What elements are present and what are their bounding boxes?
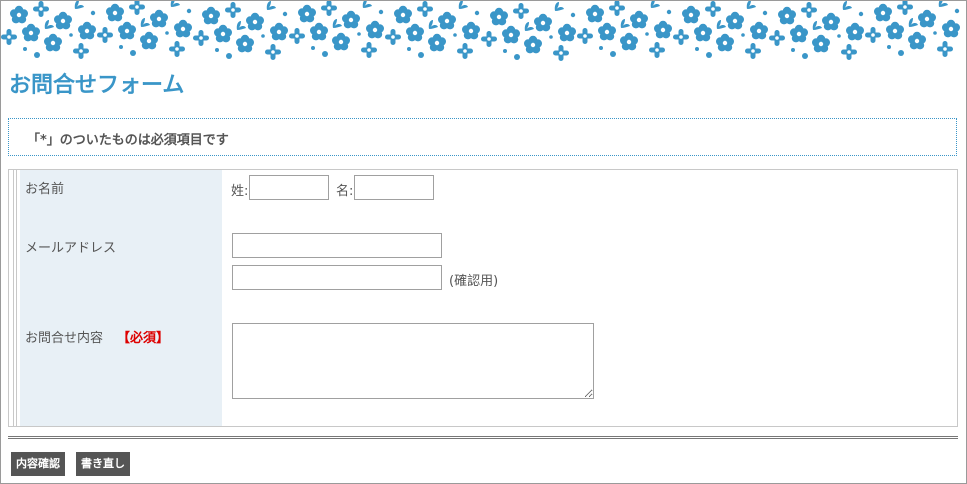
flower-banner	[1, 1, 966, 63]
email-confirm-input[interactable]	[232, 265, 442, 290]
table-left-stripe	[13, 170, 17, 426]
first-name-label: 名:	[336, 184, 354, 199]
inquiry-label-text: お問合せ内容	[25, 331, 104, 346]
inquiry-label: お問合せ内容 【必須】	[25, 327, 169, 346]
name-label: お名前	[25, 182, 65, 197]
required-notice: 「*」のついたものは必須項目です	[8, 118, 957, 156]
page-frame: お問合せフォーム 「*」のついたものは必須項目です お名前 姓: 名: メールア…	[0, 0, 967, 484]
page-title: お問合せフォーム	[9, 73, 185, 98]
last-name-input[interactable]	[249, 175, 329, 200]
email-input[interactable]	[232, 233, 442, 258]
last-name-label: 姓:	[231, 184, 249, 199]
email-label: メールアドレス	[25, 241, 117, 256]
confirm-button[interactable]: 内容確認	[11, 452, 65, 476]
form-divider	[8, 436, 958, 439]
reset-button[interactable]: 書き直し	[76, 452, 130, 476]
required-mark: 【必須】	[117, 331, 170, 346]
contact-form-table: お名前 姓: 名: メールアドレス (確認用) お問合せ内容 【必須】	[8, 169, 958, 427]
label-column	[20, 170, 222, 426]
required-notice-text: 「*」のついたものは必須項目です	[27, 133, 229, 148]
inquiry-textarea[interactable]	[232, 323, 594, 399]
first-name-input[interactable]	[354, 175, 434, 200]
email-confirm-note: (確認用)	[449, 274, 499, 289]
